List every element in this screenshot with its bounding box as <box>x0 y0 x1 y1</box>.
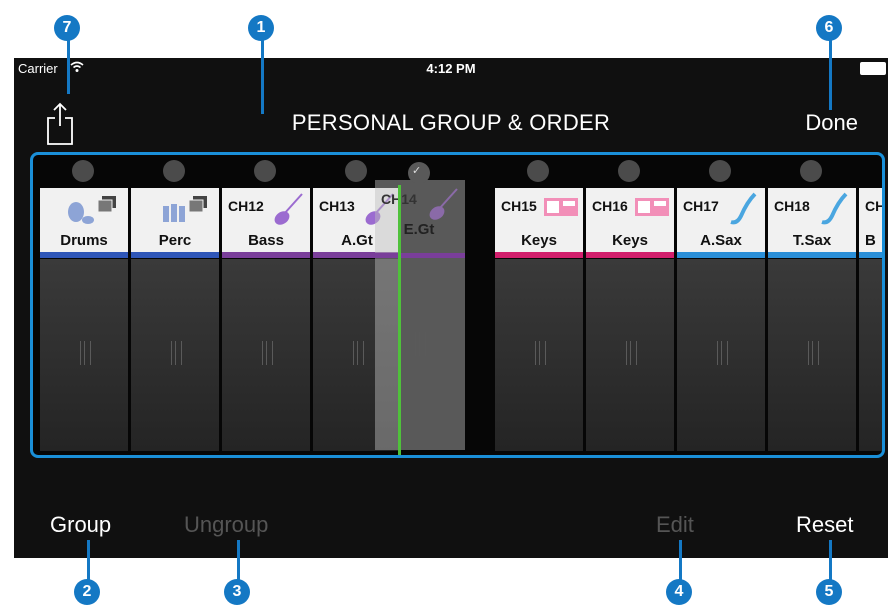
saxophone-icon <box>821 192 848 225</box>
channel-strip-perc[interactable]: Perc <box>130 155 220 455</box>
callout-badge: 1 <box>248 15 274 41</box>
fader-grip[interactable] <box>80 341 91 365</box>
insert-position-indicator <box>398 185 401 455</box>
channel-knob[interactable] <box>800 160 822 182</box>
fader-grip[interactable] <box>353 341 364 365</box>
drums-icon <box>68 196 116 224</box>
fader-grip[interactable] <box>415 332 426 356</box>
channel-header[interactable]: Perc <box>131 188 219 258</box>
channel-header[interactable]: Drums <box>40 188 128 258</box>
dragged-channel-ch14[interactable]: ✓ CH14 E.Gt <box>375 162 465 450</box>
fader-grip[interactable] <box>535 341 546 365</box>
channel-knob[interactable] <box>254 160 276 182</box>
group-color-bar <box>40 252 128 258</box>
channel-strip-partial[interactable]: CH B <box>858 155 882 455</box>
status-bar: Carrier 4:12 PM <box>14 58 888 80</box>
fader-track[interactable] <box>222 259 310 451</box>
group-color-bar <box>495 252 583 258</box>
keyboard-icon <box>635 198 669 216</box>
channel-header[interactable]: CH15 Keys <box>495 188 583 258</box>
callout-badge: 6 <box>816 15 842 41</box>
checkmark-icon: ✓ <box>412 165 422 177</box>
fader-track[interactable] <box>495 259 583 451</box>
callout-badge: 5 <box>816 579 842 605</box>
app-screen: Carrier 4:12 PM PERSONAL GROUP & ORDER D… <box>14 58 888 558</box>
channel-strip-ch16[interactable]: CH16 Keys <box>585 155 675 455</box>
channel-knob[interactable] <box>72 160 94 182</box>
fader-track[interactable] <box>768 259 856 451</box>
channel-strip-ch15[interactable]: CH15 Keys <box>494 155 584 455</box>
channel-header[interactable]: CH17 A.Sax <box>677 188 765 258</box>
group-color-bar <box>131 252 219 258</box>
fader-grip[interactable] <box>262 341 273 365</box>
callout-badge: 2 <box>74 579 100 605</box>
keyboard-icon <box>544 198 578 216</box>
channel-strip-ch17[interactable]: CH17 A.Sax <box>676 155 766 455</box>
fader-grip[interactable] <box>171 341 182 365</box>
channel-strip-ch12[interactable]: CH12 Bass <box>221 155 311 455</box>
channel-knob[interactable] <box>345 160 367 182</box>
group-color-bar <box>859 252 882 258</box>
group-color-bar <box>768 252 856 258</box>
channel-strip-area[interactable]: Drums Perc CH12 Bass CH13 A.Gt CH15 Keys… <box>30 152 885 458</box>
group-button[interactable]: Group <box>50 512 111 538</box>
reset-button[interactable]: Reset <box>796 512 853 538</box>
bass-guitar-icon <box>274 193 303 225</box>
saxophone-icon <box>730 192 757 225</box>
fader-track[interactable] <box>677 259 765 451</box>
callout-badge: 7 <box>54 15 80 41</box>
channel-header[interactable]: CH12 Bass <box>222 188 310 258</box>
channel-header[interactable]: CH14 E.Gt <box>375 185 465 265</box>
fader-grip[interactable] <box>626 341 637 365</box>
group-color-bar <box>586 252 674 258</box>
edit-button[interactable]: Edit <box>656 512 694 538</box>
channel-knob[interactable] <box>163 160 185 182</box>
callout-badge: 4 <box>666 579 692 605</box>
channel-knob[interactable] <box>527 160 549 182</box>
channel-header[interactable]: CH16 Keys <box>586 188 674 258</box>
page-title: PERSONAL GROUP & ORDER <box>291 110 611 135</box>
fader-track[interactable] <box>40 259 128 451</box>
fader-grip[interactable] <box>808 341 819 365</box>
fader-grip[interactable] <box>717 341 728 365</box>
group-color-bar <box>375 253 465 258</box>
callout-badge: 3 <box>224 579 250 605</box>
channel-knob[interactable] <box>618 160 640 182</box>
group-color-bar <box>222 252 310 258</box>
channel-header[interactable]: CH B <box>859 188 882 258</box>
electric-guitar-icon <box>429 188 458 220</box>
done-button[interactable]: Done <box>805 110 858 136</box>
fader-track[interactable] <box>131 259 219 451</box>
ungroup-button[interactable]: Ungroup <box>184 512 268 538</box>
fader-track[interactable] <box>859 259 882 451</box>
group-color-bar <box>677 252 765 258</box>
percussion-icon <box>163 196 207 222</box>
channel-strip-drums[interactable]: Drums <box>39 155 129 455</box>
battery-icon <box>860 62 886 75</box>
channel-knob[interactable] <box>709 160 731 182</box>
channel-strip-ch18[interactable]: CH18 T.Sax <box>767 155 857 455</box>
channel-header[interactable]: CH18 T.Sax <box>768 188 856 258</box>
fader-track[interactable] <box>586 259 674 451</box>
status-time: 4:12 PM <box>426 61 476 76</box>
